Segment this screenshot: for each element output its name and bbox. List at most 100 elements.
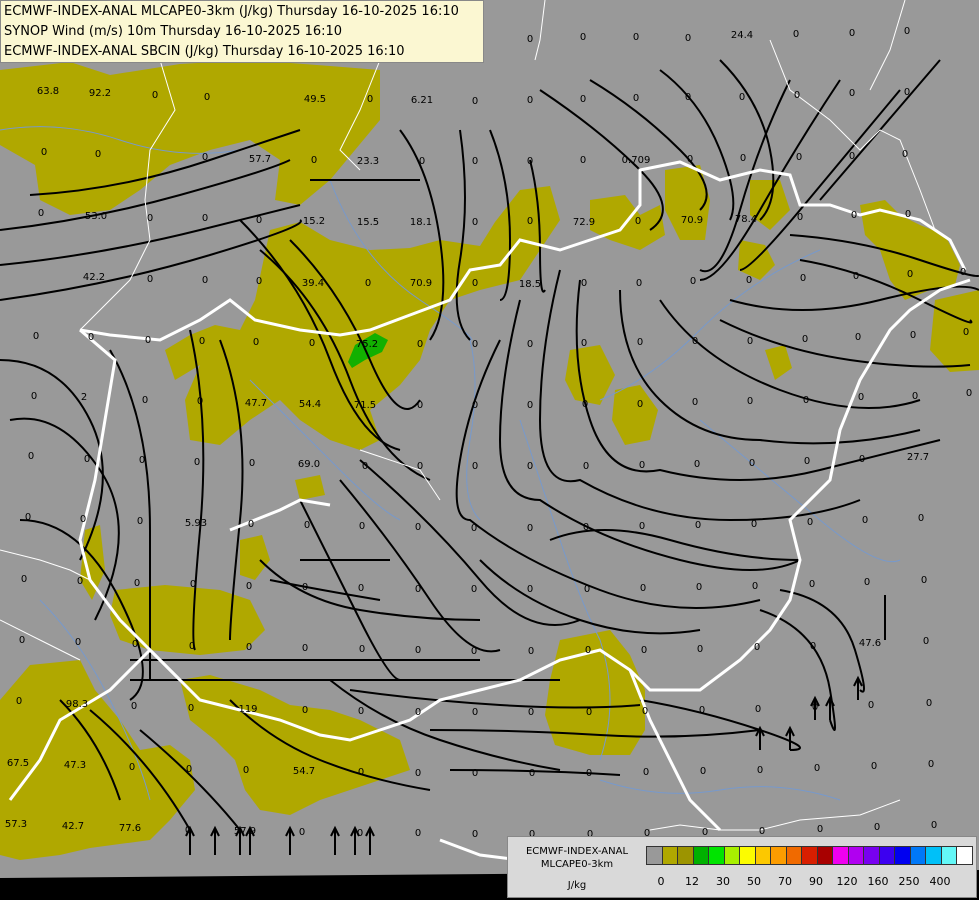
station-value: 0: [471, 646, 477, 657]
station-value: 0: [583, 522, 589, 533]
station-value: 0: [202, 152, 208, 163]
station-value: 0: [699, 705, 705, 716]
station-value: 0: [690, 276, 696, 287]
station-value: 57.3: [5, 819, 27, 830]
station-value: 0: [137, 516, 143, 527]
station-value: 0: [803, 395, 809, 406]
station-value: 0: [256, 276, 262, 287]
station-value: 0: [471, 584, 477, 595]
station-value: 0: [38, 208, 44, 219]
station-value: 0: [802, 334, 808, 345]
station-value: 0: [527, 34, 533, 45]
station-value: 0: [362, 461, 368, 472]
legend-title: ECMWF-INDEX-ANAL MLCAPE0-3km J/kg: [512, 845, 642, 892]
station-value: 0: [527, 156, 533, 167]
station-value: 0: [641, 645, 647, 656]
legend-swatch: [956, 846, 973, 865]
station-value: 0.709: [622, 155, 651, 166]
station-value: 47.7: [245, 398, 267, 409]
station-value: 0: [586, 768, 592, 779]
station-value: 0: [904, 87, 910, 98]
station-value: 70.9: [410, 278, 432, 289]
legend-swatch: [816, 846, 834, 865]
station-value: 0: [528, 646, 534, 657]
station-value: 54.4: [299, 399, 321, 410]
station-value: 0: [415, 584, 421, 595]
legend-tick: 120: [836, 875, 858, 888]
station-value: 0: [185, 825, 191, 836]
station-value: 0: [246, 642, 252, 653]
station-value: 0: [472, 96, 478, 107]
map-title-box: ECMWF-INDEX-ANAL MLCAPE0-3km (J/kg) Thur…: [0, 0, 484, 63]
station-value: 0: [145, 335, 151, 346]
station-value: 54.7: [293, 766, 315, 777]
station-value: 0: [472, 156, 478, 167]
station-value: 0: [417, 400, 423, 411]
station-value: 0: [755, 704, 761, 715]
station-value: 15.5: [357, 217, 379, 228]
station-value: 0: [25, 512, 31, 523]
station-value: 0: [75, 637, 81, 648]
station-value: 0: [931, 820, 937, 831]
legend-swatch: [940, 846, 958, 865]
station-value: 0: [868, 700, 874, 711]
legend-swatch: [677, 846, 694, 865]
station-value: 0: [472, 829, 478, 840]
station-value: 63.8: [37, 86, 59, 97]
station-value: 67.5: [7, 758, 29, 769]
station-value: 0: [16, 696, 22, 707]
station-value: 0: [921, 575, 927, 586]
station-value: 6.21: [411, 95, 433, 106]
station-value: 119: [238, 704, 257, 715]
legend-swatch: [832, 846, 849, 865]
station-value: 0: [358, 583, 364, 594]
station-value: 0: [747, 336, 753, 347]
station-value: 0: [84, 454, 90, 465]
station-value: 77.6: [119, 823, 141, 834]
legend-source: ECMWF-INDEX-ANAL: [525, 846, 629, 857]
station-value: 0: [19, 635, 25, 646]
station-value: 0: [472, 768, 478, 779]
station-value: 0: [359, 521, 365, 532]
station-value: 0: [692, 336, 698, 347]
station-value: 92.2: [89, 88, 111, 99]
station-value: 0: [580, 155, 586, 166]
station-value: 0: [633, 93, 639, 104]
station-value: 70.9: [681, 215, 703, 226]
station-value: 0: [685, 33, 691, 44]
station-value: 0: [188, 703, 194, 714]
station-value: 0: [637, 399, 643, 410]
station-value: 0: [139, 455, 145, 466]
station-value: 0: [580, 32, 586, 43]
station-value: 0: [757, 765, 763, 776]
weather-map[interactable]: 63.892.20049.506.2104.990000024.40000000…: [0, 0, 979, 900]
station-value: 0: [751, 519, 757, 530]
title-line-wind: SYNOP Wind (m/s) 10m Thursday 16-10-2025…: [4, 24, 343, 39]
station-value: 0: [147, 213, 153, 224]
station-value: 0: [740, 153, 746, 164]
station-value: 72.9: [573, 217, 595, 228]
station-value: 0: [471, 523, 477, 534]
station-value: 0: [585, 645, 591, 656]
station-value: 0: [583, 461, 589, 472]
station-value: 47.6: [859, 638, 881, 649]
station-value: 0: [529, 768, 535, 779]
station-value: 0: [687, 154, 693, 165]
station-value: 0: [88, 332, 94, 343]
station-value: 27.7: [907, 452, 929, 463]
station-value: 0: [874, 822, 880, 833]
legend-swatch: [708, 846, 725, 865]
station-value: 0: [851, 210, 857, 221]
legend-swatch: [785, 846, 803, 865]
station-value: 0: [302, 643, 308, 654]
station-value: 0: [249, 458, 255, 469]
station-value: 0: [202, 213, 208, 224]
station-value: 0: [246, 581, 252, 592]
legend-swatch: [692, 846, 710, 865]
station-value: 57.9: [234, 826, 256, 837]
station-value: 0: [694, 459, 700, 470]
station-value: 0: [853, 271, 859, 282]
legend-swatch: [909, 846, 927, 865]
station-value: 0: [204, 92, 210, 103]
station-value: 0: [367, 94, 373, 105]
